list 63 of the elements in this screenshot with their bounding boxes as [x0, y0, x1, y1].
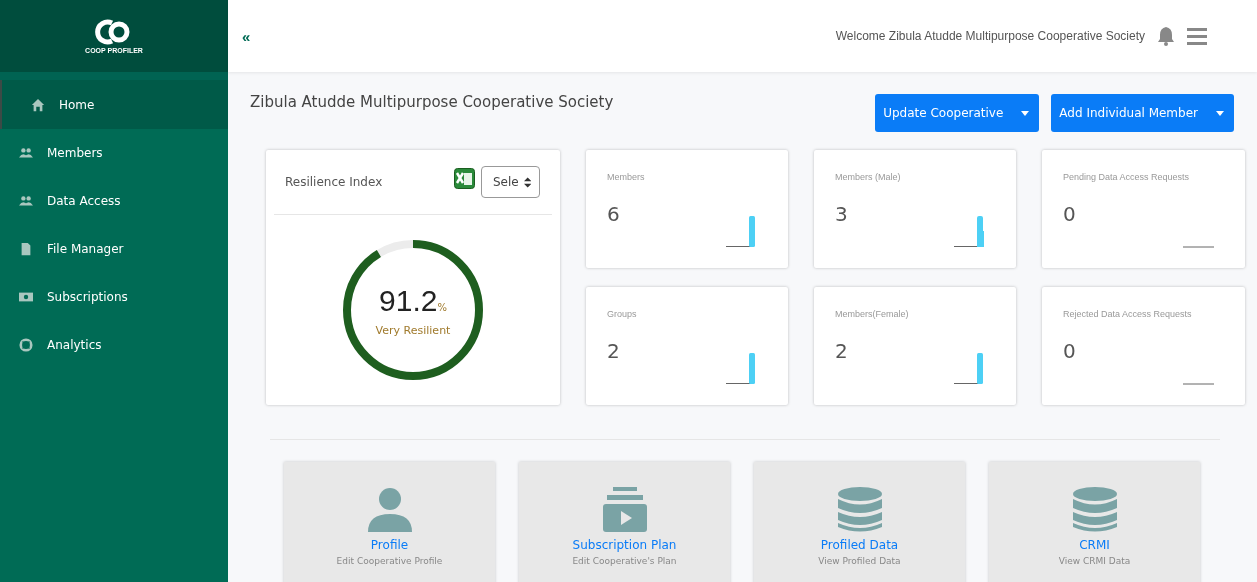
gauge-remainder: [376, 240, 414, 258]
spreadsheet-icon: [454, 167, 475, 189]
gauge-rating: Very Resilient: [375, 323, 451, 337]
bell-icon: [1157, 26, 1175, 46]
users-icon: [19, 146, 33, 160]
person-icon: [365, 486, 414, 534]
baseline-line: [1182, 383, 1215, 385]
stat-label: Pending Data Access Requests: [1063, 172, 1191, 182]
users-icon: [19, 194, 33, 208]
stat-value: 3: [835, 202, 848, 226]
sort-arrows-icon: [523, 176, 531, 188]
shortcut-tile[interactable]: Profiled Data View Profiled Data: [754, 462, 965, 582]
dropdown-button[interactable]: Add Individual Member: [1051, 94, 1234, 132]
house-icon: [31, 97, 45, 112]
shortcut-tile[interactable]: CRMI View CRMI Data: [989, 462, 1200, 582]
database-icon: [835, 486, 884, 534]
nav-item[interactable]: Subscriptions: [0, 273, 228, 321]
collapse-button[interactable]: «: [242, 27, 251, 45]
nav-item[interactable]: File Manager: [0, 225, 228, 273]
stat-value: 2: [607, 339, 620, 363]
card-title: Resilience Index: [285, 175, 384, 189]
gauge-unit: %: [437, 301, 447, 313]
stat-label: Groups: [607, 309, 638, 319]
stat-value: 0: [1063, 339, 1076, 363]
stat-label: Members (Male): [835, 172, 902, 182]
caret-icon: [1216, 110, 1224, 116]
shortcut-tile[interactable]: Profile Edit Cooperative Profile: [284, 462, 495, 582]
tile-title[interactable]: Profiled Data: [820, 538, 899, 552]
tile-title[interactable]: CRMI: [1079, 538, 1110, 552]
stat-value: 6: [607, 202, 620, 226]
tile-subtitle: Edit Cooperative Profile: [336, 556, 443, 566]
nav-item[interactable]: Members: [0, 129, 228, 177]
nav-item[interactable]: Data Access: [0, 177, 228, 225]
stat-value: 0: [1063, 202, 1076, 226]
mini-bar-chart: [953, 352, 986, 385]
dropdown-button[interactable]: Update Cooperative: [875, 94, 1040, 132]
database-icon: [1070, 486, 1119, 534]
nav-item[interactable]: Analytics: [0, 321, 228, 369]
page-title: Zibula Atudde Multipurpose Cooperative Society: [250, 93, 614, 111]
banknote-icon: [19, 290, 33, 304]
stat-label: Members(Female): [835, 309, 910, 319]
gauge-value: 91.2: [379, 283, 438, 318]
video-stack-icon: [600, 486, 649, 534]
mini-bar-chart: [953, 215, 986, 248]
stat-label: Members: [607, 172, 646, 182]
caret-icon: [1021, 110, 1030, 116]
tile-subtitle: Edit Cooperative's Plan: [572, 556, 677, 566]
nav-item[interactable]: Home: [0, 80, 228, 129]
select-field[interactable]: Sele: [481, 166, 540, 198]
shortcut-tile[interactable]: Subscription Plan Edit Cooperative's Plan: [519, 462, 730, 582]
tile-subtitle: View CRMI Data: [1058, 556, 1131, 566]
stat-label: Rejected Data Access Requests: [1063, 309, 1193, 319]
tile-title[interactable]: Profile: [370, 538, 409, 552]
stat-value: 2: [835, 339, 848, 363]
mini-bar-chart: [725, 352, 758, 385]
tile-subtitle: View Profiled Data: [818, 556, 901, 566]
mini-bar-chart: [725, 215, 758, 248]
tile-title[interactable]: Subscription Plan: [572, 538, 677, 552]
life-ring-icon: [19, 338, 33, 352]
baseline-line: [1182, 246, 1215, 248]
file-icon: [19, 242, 33, 256]
menu-icon: [1187, 27, 1207, 45]
welcome-text: Welcome Zibula Atudde Multipurpose Cooperative Society: [835, 29, 1145, 43]
